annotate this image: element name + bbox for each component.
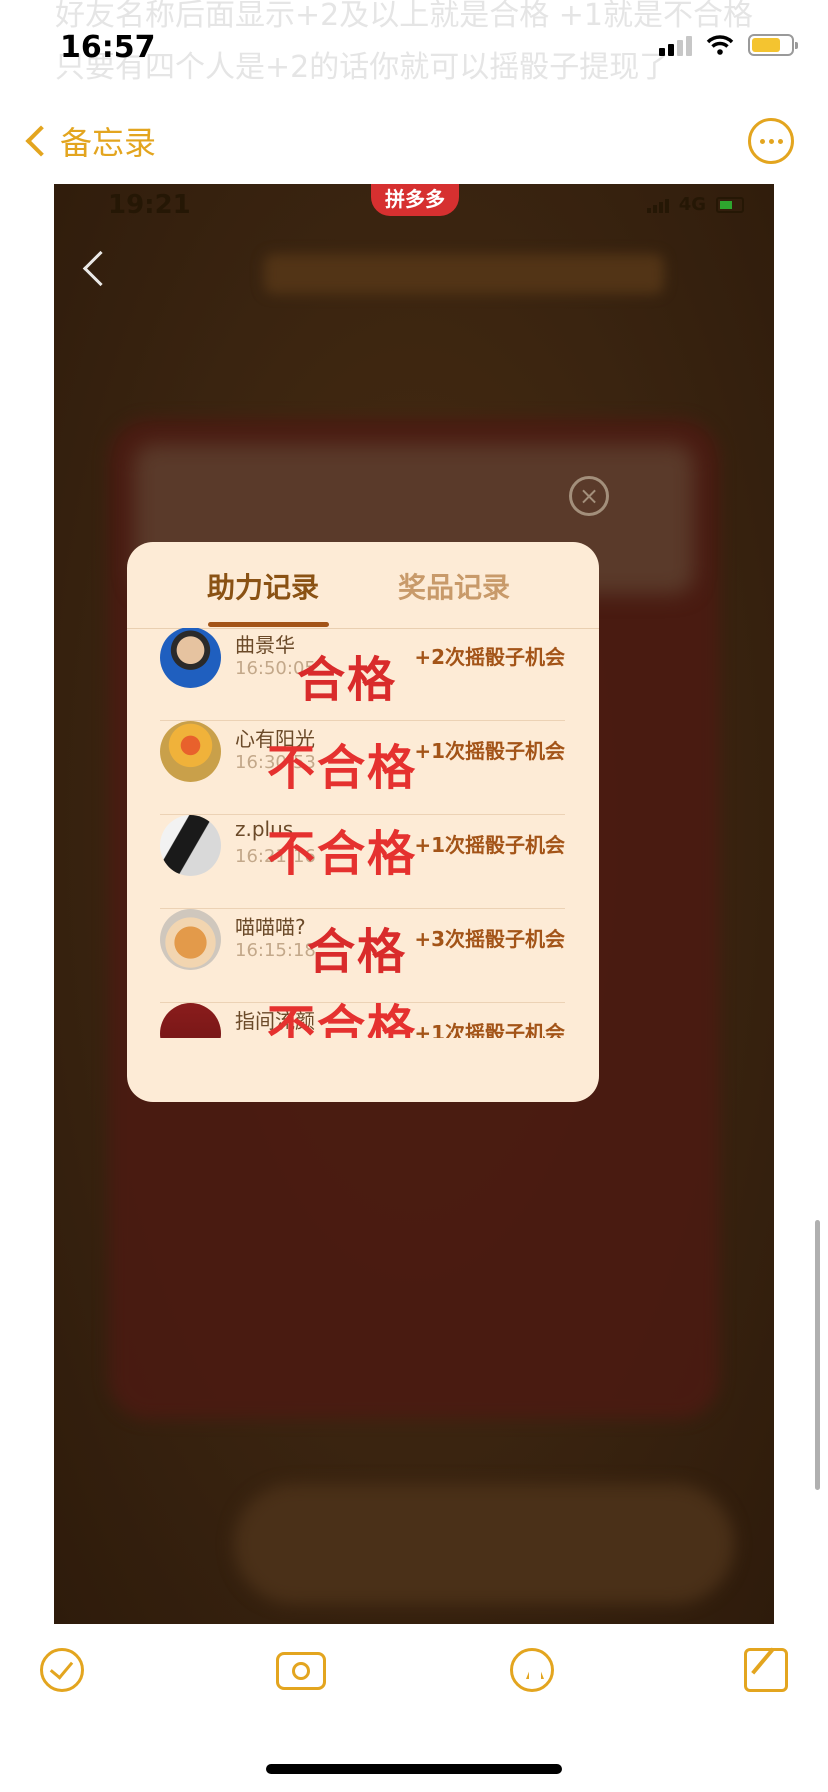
stamp-label: 合格 [297, 652, 398, 708]
network-label: 4G [678, 194, 706, 215]
app-badge: 拼多多 [371, 184, 459, 216]
avatar [160, 815, 221, 876]
embedded-status-time: 19:21 [108, 190, 191, 220]
modal-tabs: 助力记录 奖品记录 [127, 542, 599, 629]
scrollbar[interactable] [815, 1220, 820, 1490]
embedded-back-icon [82, 250, 119, 287]
back-label: 备忘录 [60, 124, 157, 162]
wifi-icon [706, 35, 734, 55]
record-reward: +1次摇骰子机会 [414, 739, 565, 763]
compose-icon[interactable] [744, 1648, 788, 1692]
blurred-title [264, 254, 664, 294]
record-name: 曲景华 [235, 633, 295, 657]
avatar [160, 628, 221, 688]
more-options-button[interactable] [748, 118, 794, 164]
status-icons [659, 34, 798, 56]
stamp-label: 不合格 [267, 1000, 418, 1038]
record-reward: +3次摇骰子机会 [414, 927, 565, 951]
active-tab-indicator [208, 622, 329, 627]
back-button[interactable]: 备忘录 [22, 118, 156, 164]
record-list[interactable]: 曲景华 16:50:05 +2次摇骰子机会 心有阳光 16:30:53 +1次摇… [127, 628, 599, 1038]
bottom-toolbar [0, 1624, 828, 1724]
stamp-label: 不合格 [267, 826, 418, 882]
camera-icon[interactable] [276, 1652, 326, 1690]
stamp-label: 合格 [307, 924, 408, 980]
avatar [160, 1003, 221, 1038]
record-name: 喵喵喵? [235, 915, 306, 939]
close-icon: × [569, 476, 609, 516]
markup-icon[interactable] [510, 1648, 554, 1692]
checklist-icon[interactable] [40, 1648, 84, 1692]
embedded-signal-icon [646, 197, 669, 213]
home-indicator [266, 1764, 562, 1774]
embedded-status-icons: 4G [646, 194, 744, 215]
cellular-signal-icon [659, 34, 692, 56]
record-time: 16:15:18 [235, 940, 316, 961]
stamp-label: 不合格 [267, 740, 418, 796]
record-reward: +1次摇骰子机会 [414, 833, 565, 857]
blurred-button [234, 1484, 734, 1604]
assist-record-modal: 助力记录 奖品记录 曲景华 16:50:05 +2次摇骰子机会 心有阳光 16:… [127, 542, 599, 1102]
tab-prize-record[interactable]: 奖品记录 [398, 566, 510, 606]
record-reward: +1次摇骰子机会 [414, 1021, 565, 1038]
status-time: 16:57 [60, 30, 156, 65]
battery-icon [748, 34, 798, 56]
embedded-battery-icon [716, 196, 744, 213]
tab-assist-record[interactable]: 助力记录 [207, 566, 319, 606]
avatar [160, 721, 221, 782]
chevron-left-icon [25, 125, 57, 157]
avatar [160, 909, 221, 970]
record-reward: +2次摇骰子机会 [414, 645, 565, 669]
